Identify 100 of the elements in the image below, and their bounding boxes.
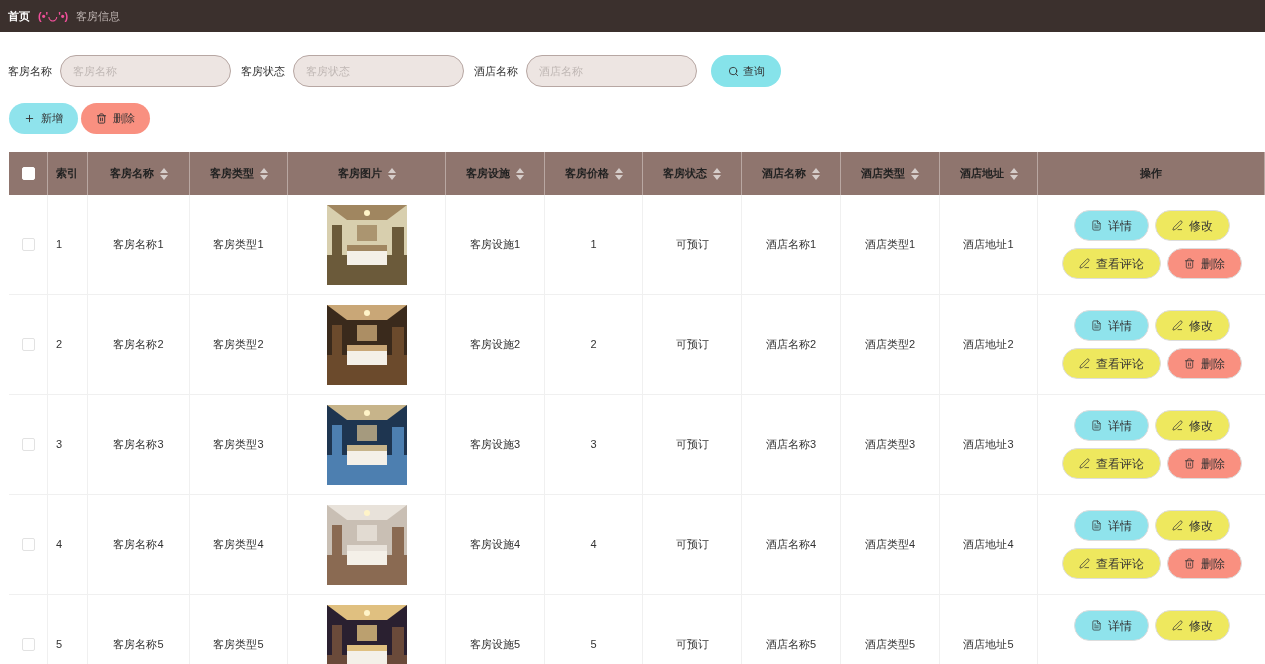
table-cell-text: 可预订 — [675, 237, 709, 253]
column-header: 酒店名称 — [762, 166, 806, 182]
field-label: 客房名称 — [8, 63, 52, 79]
table-cell-text: 酒店地址4 — [963, 537, 1014, 553]
pen-icon — [1171, 620, 1183, 631]
sort-icon[interactable] — [713, 167, 721, 180]
edit-button[interactable]: 修改 — [1154, 210, 1230, 241]
sort-icon[interactable] — [812, 167, 820, 180]
review-button[interactable]: 查看评论 — [1061, 548, 1161, 579]
table-cell-text: 客房名称5 — [113, 637, 164, 653]
trash-icon — [96, 113, 107, 124]
delete-button[interactable]: 删除 — [1166, 248, 1242, 279]
table-cell-text: 酒店地址1 — [963, 237, 1014, 253]
sort-icon[interactable] — [387, 167, 396, 180]
column-header: 客房价格 — [564, 166, 609, 182]
checkbox[interactable] — [21, 338, 35, 351]
table-cell-text: 酒店类型3 — [864, 437, 916, 453]
checkbox[interactable] — [21, 538, 35, 551]
column-header: 客房类型 — [209, 166, 254, 182]
trash-icon — [1183, 358, 1195, 369]
pen-icon — [1078, 358, 1090, 369]
table-cell-text: 5 — [56, 637, 63, 653]
pen-icon — [1171, 420, 1183, 431]
column-header: 酒店地址 — [959, 166, 1004, 182]
review-button[interactable]: 查看评论 — [1061, 448, 1161, 479]
table-cell-text: 酒店名称4 — [765, 537, 817, 553]
table-cell-text: 3 — [590, 437, 597, 453]
table-cell-text: 可预订 — [675, 437, 709, 453]
table-cell-text: 酒店名称2 — [765, 337, 817, 353]
search-button[interactable]: 查询 — [711, 55, 781, 87]
column-header: 索引 — [56, 166, 78, 182]
breadcrumb-home[interactable]: 首页 — [8, 7, 30, 25]
field-label: 酒店名称 — [474, 63, 518, 79]
sort-icon[interactable] — [1009, 167, 1018, 180]
pen-icon — [1171, 520, 1183, 531]
delete-button[interactable]: 删除 — [1166, 548, 1242, 579]
detail-icon — [1090, 520, 1102, 531]
detail-button[interactable]: 详情 — [1073, 610, 1149, 641]
checkbox[interactable] — [21, 638, 35, 651]
table-cell-text: 客房名称1 — [113, 237, 164, 253]
edit-button[interactable]: 修改 — [1154, 510, 1230, 541]
trash-icon — [1183, 458, 1195, 469]
table-cell-text: 客房类型5 — [213, 637, 264, 653]
table-cell-text: 客房设施5 — [469, 637, 521, 653]
checkbox[interactable] — [21, 438, 35, 451]
table-cell-text: 客房名称3 — [113, 437, 164, 453]
detail-button[interactable]: 详情 — [1073, 510, 1149, 541]
table-cell-text: 酒店地址5 — [963, 637, 1014, 653]
edit-button[interactable]: 修改 — [1154, 310, 1230, 341]
detail-button[interactable]: 详情 — [1073, 410, 1149, 441]
sort-icon[interactable] — [516, 167, 524, 180]
table-cell-text: 客房类型4 — [213, 537, 264, 553]
table-cell-text: 酒店地址3 — [963, 437, 1014, 453]
table-cell-text: 2 — [590, 337, 597, 353]
pen-icon — [1171, 220, 1183, 231]
table-cell-text: 客房设施2 — [469, 337, 521, 353]
column-header: 酒店类型 — [861, 166, 905, 182]
table-cell-text: 酒店名称1 — [765, 237, 817, 253]
delete-button[interactable]: 删除 — [1166, 448, 1242, 479]
table-cell-text: 可预订 — [675, 537, 709, 553]
table-cell-text: 客房类型3 — [213, 437, 264, 453]
table-cell-text: 酒店类型1 — [864, 237, 916, 253]
table-cell-text: 酒店名称3 — [765, 437, 817, 453]
delete-button[interactable]: 删除 — [81, 103, 150, 134]
table-cell-text: 5 — [590, 637, 597, 653]
pen-icon — [1078, 558, 1090, 569]
table-cell-text: 酒店类型5 — [864, 637, 916, 653]
checkbox[interactable] — [21, 238, 35, 251]
pen-icon — [1078, 258, 1090, 269]
table-cell-text: 酒店类型4 — [864, 537, 916, 553]
table-cell-text: 3 — [56, 437, 63, 453]
pen-icon — [1078, 458, 1090, 469]
field-label: 客房状态 — [241, 63, 285, 79]
search-icon — [727, 65, 739, 77]
detail-icon — [1090, 620, 1102, 631]
review-button[interactable]: 查看评论 — [1061, 248, 1161, 279]
column-header: 客房图片 — [337, 166, 382, 182]
review-button[interactable]: 查看评论 — [1061, 348, 1161, 379]
table-cell-text: 1 — [56, 237, 63, 253]
sort-icon[interactable] — [159, 167, 168, 180]
table-cell-text: 酒店名称5 — [765, 637, 817, 653]
detail-button[interactable]: 详情 — [1073, 210, 1149, 241]
column-header: 操作 — [1140, 166, 1162, 182]
add-button[interactable]: 新增 — [9, 103, 78, 134]
edit-button[interactable]: 修改 — [1154, 410, 1230, 441]
pen-icon — [1171, 320, 1183, 331]
table-cell-text: 2 — [56, 337, 63, 353]
sort-icon[interactable] — [911, 167, 919, 180]
table-cell-text: 酒店地址2 — [963, 337, 1014, 353]
delete-button[interactable]: 删除 — [1166, 348, 1242, 379]
table-cell-text: 客房类型2 — [213, 337, 264, 353]
sort-icon[interactable] — [614, 167, 623, 180]
column-header: 客房状态 — [663, 166, 707, 182]
detail-button[interactable]: 详情 — [1073, 310, 1149, 341]
detail-icon — [1090, 420, 1102, 431]
edit-button[interactable]: 修改 — [1154, 610, 1230, 641]
table-cell-text: 客房类型1 — [213, 237, 264, 253]
sort-icon[interactable] — [259, 167, 268, 180]
table-cell-text: 可预订 — [675, 337, 709, 353]
table-cell-text: 客房设施3 — [469, 437, 521, 453]
